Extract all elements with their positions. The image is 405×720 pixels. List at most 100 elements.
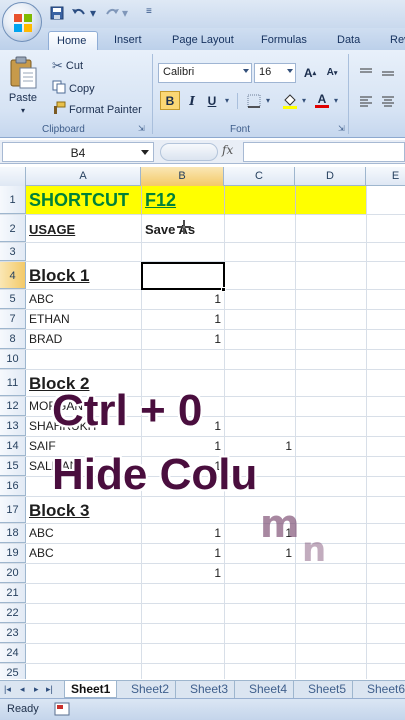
borders-dropdown-icon[interactable]: ▾ <box>266 96 270 105</box>
align-top-icon[interactable] <box>356 63 376 82</box>
bold-button[interactable]: B <box>160 91 180 110</box>
toolbar-divider <box>237 93 238 109</box>
cell-a8[interactable]: BRAD <box>29 330 62 349</box>
row-header[interactable]: 8 <box>0 330 26 349</box>
sheet-tab-sheet6[interactable]: Sheet6 <box>361 681 405 698</box>
grow-font-button[interactable]: A ▴ <box>300 63 320 82</box>
customize-qat-icon[interactable]: ≡ <box>146 6 152 22</box>
row-header[interactable]: 1 <box>0 186 26 214</box>
tab-formulas[interactable]: Formulas <box>253 31 315 50</box>
column-header-d[interactable]: D <box>295 167 366 186</box>
prev-sheet-icon[interactable]: ◂ <box>20 684 25 695</box>
cell-b18[interactable]: 1 <box>141 524 224 543</box>
cut-label: Cut <box>65 60 84 72</box>
row-header[interactable]: 22 <box>0 604 26 623</box>
cell-a17[interactable]: Block 3 <box>29 497 89 523</box>
format-painter-button[interactable]: Format Painter <box>52 101 142 118</box>
tab-insert[interactable]: Insert <box>106 31 150 50</box>
column-header-e[interactable]: E <box>366 167 405 186</box>
font-size-combo[interactable]: 16 <box>254 63 296 83</box>
underline-dropdown-icon[interactable]: ▾ <box>225 96 229 105</box>
cell-b5[interactable]: 1 <box>141 290 224 309</box>
dialog-launcher-icon[interactable]: ⇲ <box>138 124 145 133</box>
tab-data[interactable]: Data <box>329 31 368 50</box>
macro-record-icon[interactable] <box>54 702 70 716</box>
align-middle-icon[interactable] <box>378 63 398 82</box>
column-header-a[interactable]: A <box>26 167 141 186</box>
tab-page-layout[interactable]: Page Layout <box>164 31 242 50</box>
undo-icon[interactable] <box>70 6 88 22</box>
row-header[interactable]: 10 <box>0 350 26 369</box>
row-header[interactable]: 23 <box>0 624 26 643</box>
cell-a4[interactable]: Block 1 <box>29 262 89 289</box>
cut-button[interactable]: ✂ Cut <box>52 58 83 74</box>
cell-c19[interactable]: 1 <box>224 544 295 563</box>
select-all-corner[interactable] <box>0 167 26 186</box>
column-header-c[interactable]: C <box>224 167 295 186</box>
row-header[interactable]: 4 <box>0 262 26 289</box>
row-header[interactable]: 11 <box>0 370 26 396</box>
name-box[interactable]: B4 <box>2 142 154 162</box>
row-header[interactable]: 20 <box>0 564 26 583</box>
cell-a5[interactable]: ABC <box>29 290 54 309</box>
next-sheet-icon[interactable]: ▸ <box>34 684 39 695</box>
row-header[interactable]: 7 <box>0 310 26 329</box>
cell-a7[interactable]: ETHAN <box>29 310 70 329</box>
underline-button[interactable]: U <box>202 91 222 110</box>
row-header[interactable]: 19 <box>0 544 26 563</box>
italic-button[interactable]: I <box>182 91 202 110</box>
row-header[interactable]: 13 <box>0 417 26 436</box>
row-header[interactable]: 18 <box>0 524 26 543</box>
paste-button[interactable]: Paste ▾ <box>8 56 38 115</box>
last-sheet-icon[interactable]: ▸| <box>46 684 53 695</box>
row-header[interactable]: 25 <box>0 664 26 679</box>
borders-button[interactable] <box>244 91 264 110</box>
fill-color-dropdown-icon[interactable]: ▾ <box>302 96 306 105</box>
row-header[interactable]: 3 <box>0 243 26 261</box>
sheet-tab-sheet4[interactable]: Sheet4 <box>243 681 295 698</box>
sheet-tab-sheet5[interactable]: Sheet5 <box>302 681 354 698</box>
copy-button[interactable]: Copy <box>52 80 95 97</box>
cell-a18[interactable]: ABC <box>29 524 54 543</box>
insert-function-icon[interactable]: fx <box>222 143 233 157</box>
align-left-icon[interactable] <box>356 91 376 110</box>
cell-a2[interactable]: USAGE <box>29 215 75 242</box>
fill-color-button[interactable] <box>280 91 300 110</box>
row-header[interactable]: 2 <box>0 215 26 242</box>
cell-b19[interactable]: 1 <box>141 544 224 563</box>
column-header-b[interactable]: B <box>141 167 224 186</box>
cell-a1[interactable]: SHORTCUT <box>29 186 129 214</box>
font-name-combo[interactable]: Calibri <box>158 63 252 83</box>
align-center-icon[interactable] <box>378 91 398 110</box>
active-cell-selection[interactable] <box>141 262 225 290</box>
cell-b1[interactable]: F12 <box>145 186 176 214</box>
row-header[interactable]: 24 <box>0 644 26 663</box>
save-icon[interactable] <box>50 6 64 22</box>
row-header[interactable]: 21 <box>0 584 26 603</box>
sheet-tab-sheet2[interactable]: Sheet2 <box>125 681 177 698</box>
row-header[interactable]: 14 <box>0 437 26 456</box>
cell-b7[interactable]: 1 <box>141 310 224 329</box>
row-header[interactable]: 15 <box>0 457 26 476</box>
cell-b20[interactable]: 1 <box>141 564 224 583</box>
undo-dropdown-icon[interactable]: ▾ <box>90 6 96 22</box>
row-header[interactable]: 12 <box>0 397 26 416</box>
sheet-tab-sheet3[interactable]: Sheet3 <box>184 681 236 698</box>
formula-input[interactable] <box>243 142 405 162</box>
font-color-dropdown-icon[interactable]: ▾ <box>334 96 338 105</box>
font-color-button[interactable]: A <box>312 91 332 110</box>
tab-home[interactable]: Home <box>48 31 98 50</box>
redo-icon[interactable] <box>103 6 121 22</box>
first-sheet-icon[interactable]: |◂ <box>4 684 11 695</box>
font-dialog-launcher-icon[interactable]: ⇲ <box>338 124 345 133</box>
tab-review[interactable]: Rev <box>382 31 405 50</box>
row-header[interactable]: 17 <box>0 497 26 523</box>
redo-dropdown-icon[interactable]: ▾ <box>122 6 128 22</box>
cell-b8[interactable]: 1 <box>141 330 224 349</box>
row-header[interactable]: 5 <box>0 290 26 309</box>
office-button[interactable] <box>2 2 42 42</box>
row-header[interactable]: 16 <box>0 477 26 496</box>
shrink-font-button[interactable]: A ▾ <box>322 63 342 82</box>
cell-a19[interactable]: ABC <box>29 544 54 563</box>
sheet-tab-sheet1[interactable]: Sheet1 <box>64 681 118 698</box>
